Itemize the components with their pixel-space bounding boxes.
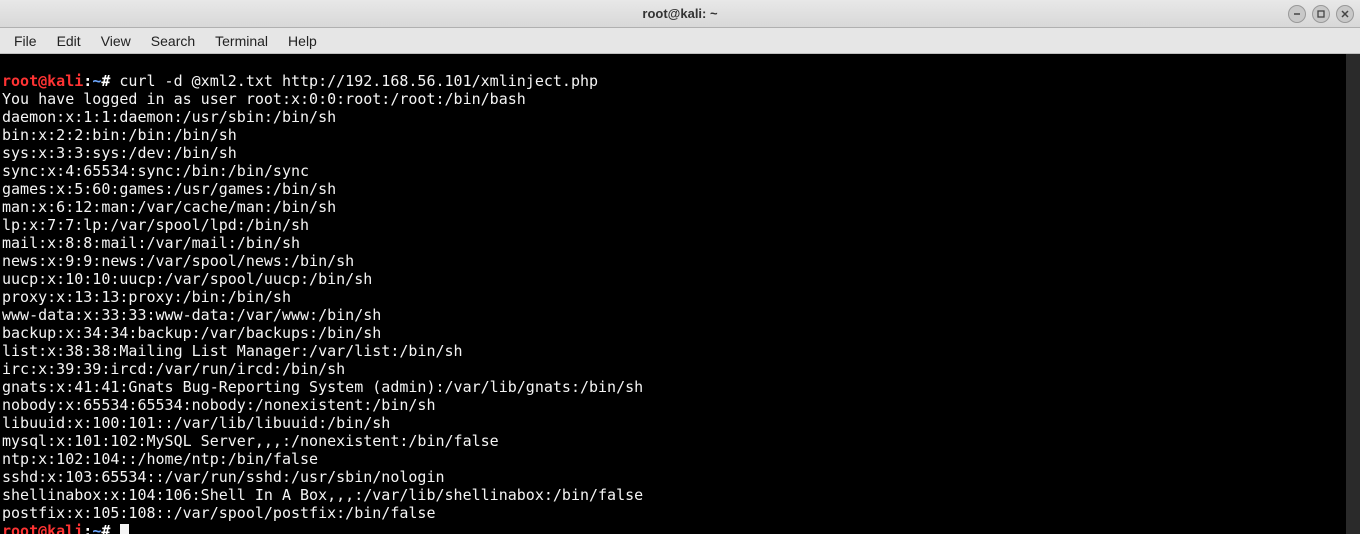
prompt-at: @ bbox=[38, 72, 47, 90]
prompt-sep: : bbox=[83, 72, 92, 90]
prompt-symbol: # bbox=[101, 522, 110, 534]
menubar: File Edit View Search Terminal Help bbox=[0, 28, 1360, 54]
output-line: irc:x:39:39:ircd:/var/run/ircd:/bin/sh bbox=[2, 360, 345, 378]
menu-help[interactable]: Help bbox=[278, 30, 327, 52]
output-line: gnats:x:41:41:Gnats Bug-Reporting System… bbox=[2, 378, 643, 396]
menu-view[interactable]: View bbox=[91, 30, 141, 52]
output-line: games:x:5:60:games:/usr/games:/bin/sh bbox=[2, 180, 336, 198]
minimize-button[interactable] bbox=[1288, 5, 1306, 23]
output-line: bin:x:2:2:bin:/bin:/bin/sh bbox=[2, 126, 237, 144]
menu-search[interactable]: Search bbox=[141, 30, 205, 52]
prompt-host: kali bbox=[47, 72, 83, 90]
output-line: ntp:x:102:104::/home/ntp:/bin/false bbox=[2, 450, 318, 468]
output-line: shellinabox:x:104:106:Shell In A Box,,,:… bbox=[2, 486, 643, 504]
output-line: You have logged in as user root:x:0:0:ro… bbox=[2, 90, 526, 108]
window-title: root@kali: ~ bbox=[642, 6, 717, 21]
output-line: news:x:9:9:news:/var/spool/news:/bin/sh bbox=[2, 252, 354, 270]
output-line: uucp:x:10:10:uucp:/var/spool/uucp:/bin/s… bbox=[2, 270, 372, 288]
terminal-cursor bbox=[120, 524, 129, 534]
output-line: man:x:6:12:man:/var/cache/man:/bin/sh bbox=[2, 198, 336, 216]
output-line: backup:x:34:34:backup:/var/backups:/bin/… bbox=[2, 324, 381, 342]
prompt-path: ~ bbox=[92, 72, 101, 90]
prompt-host: kali bbox=[47, 522, 83, 534]
menu-edit[interactable]: Edit bbox=[47, 30, 91, 52]
menu-terminal[interactable]: Terminal bbox=[205, 30, 278, 52]
terminal-scrollbar[interactable] bbox=[1346, 54, 1360, 534]
output-line: sshd:x:103:65534::/var/run/sshd:/usr/sbi… bbox=[2, 468, 445, 486]
output-line: www-data:x:33:33:www-data:/var/www:/bin/… bbox=[2, 306, 381, 324]
output-line: nobody:x:65534:65534:nobody:/nonexistent… bbox=[2, 396, 435, 414]
prompt-path: ~ bbox=[92, 522, 101, 534]
output-line: proxy:x:13:13:proxy:/bin:/bin/sh bbox=[2, 288, 291, 306]
output-line: mysql:x:101:102:MySQL Server,,,:/nonexis… bbox=[2, 432, 499, 450]
output-line: lp:x:7:7:lp:/var/spool/lpd:/bin/sh bbox=[2, 216, 309, 234]
output-line: daemon:x:1:1:daemon:/usr/sbin:/bin/sh bbox=[2, 108, 336, 126]
output-line: sys:x:3:3:sys:/dev:/bin/sh bbox=[2, 144, 237, 162]
menu-file[interactable]: File bbox=[4, 30, 47, 52]
terminal-area[interactable]: root@kali:~# curl -d @xml2.txt http://19… bbox=[0, 54, 1360, 534]
prompt-user: root bbox=[2, 522, 38, 534]
output-line: list:x:38:38:Mailing List Manager:/var/l… bbox=[2, 342, 463, 360]
output-line: sync:x:4:65534:sync:/bin:/bin/sync bbox=[2, 162, 309, 180]
output-line: mail:x:8:8:mail:/var/mail:/bin/sh bbox=[2, 234, 300, 252]
window-titlebar: root@kali: ~ bbox=[0, 0, 1360, 28]
output-line: libuuid:x:100:101::/var/lib/libuuid:/bin… bbox=[2, 414, 390, 432]
prompt-user: root bbox=[2, 72, 38, 90]
maximize-button[interactable] bbox=[1312, 5, 1330, 23]
command-1: curl -d @xml2.txt http://192.168.56.101/… bbox=[119, 72, 598, 90]
close-button[interactable] bbox=[1336, 5, 1354, 23]
output-line: postfix:x:105:108::/var/spool/postfix:/b… bbox=[2, 504, 435, 522]
prompt-symbol: # bbox=[101, 72, 110, 90]
window-controls bbox=[1288, 0, 1354, 27]
prompt-at: @ bbox=[38, 522, 47, 534]
prompt-sep: : bbox=[83, 522, 92, 534]
